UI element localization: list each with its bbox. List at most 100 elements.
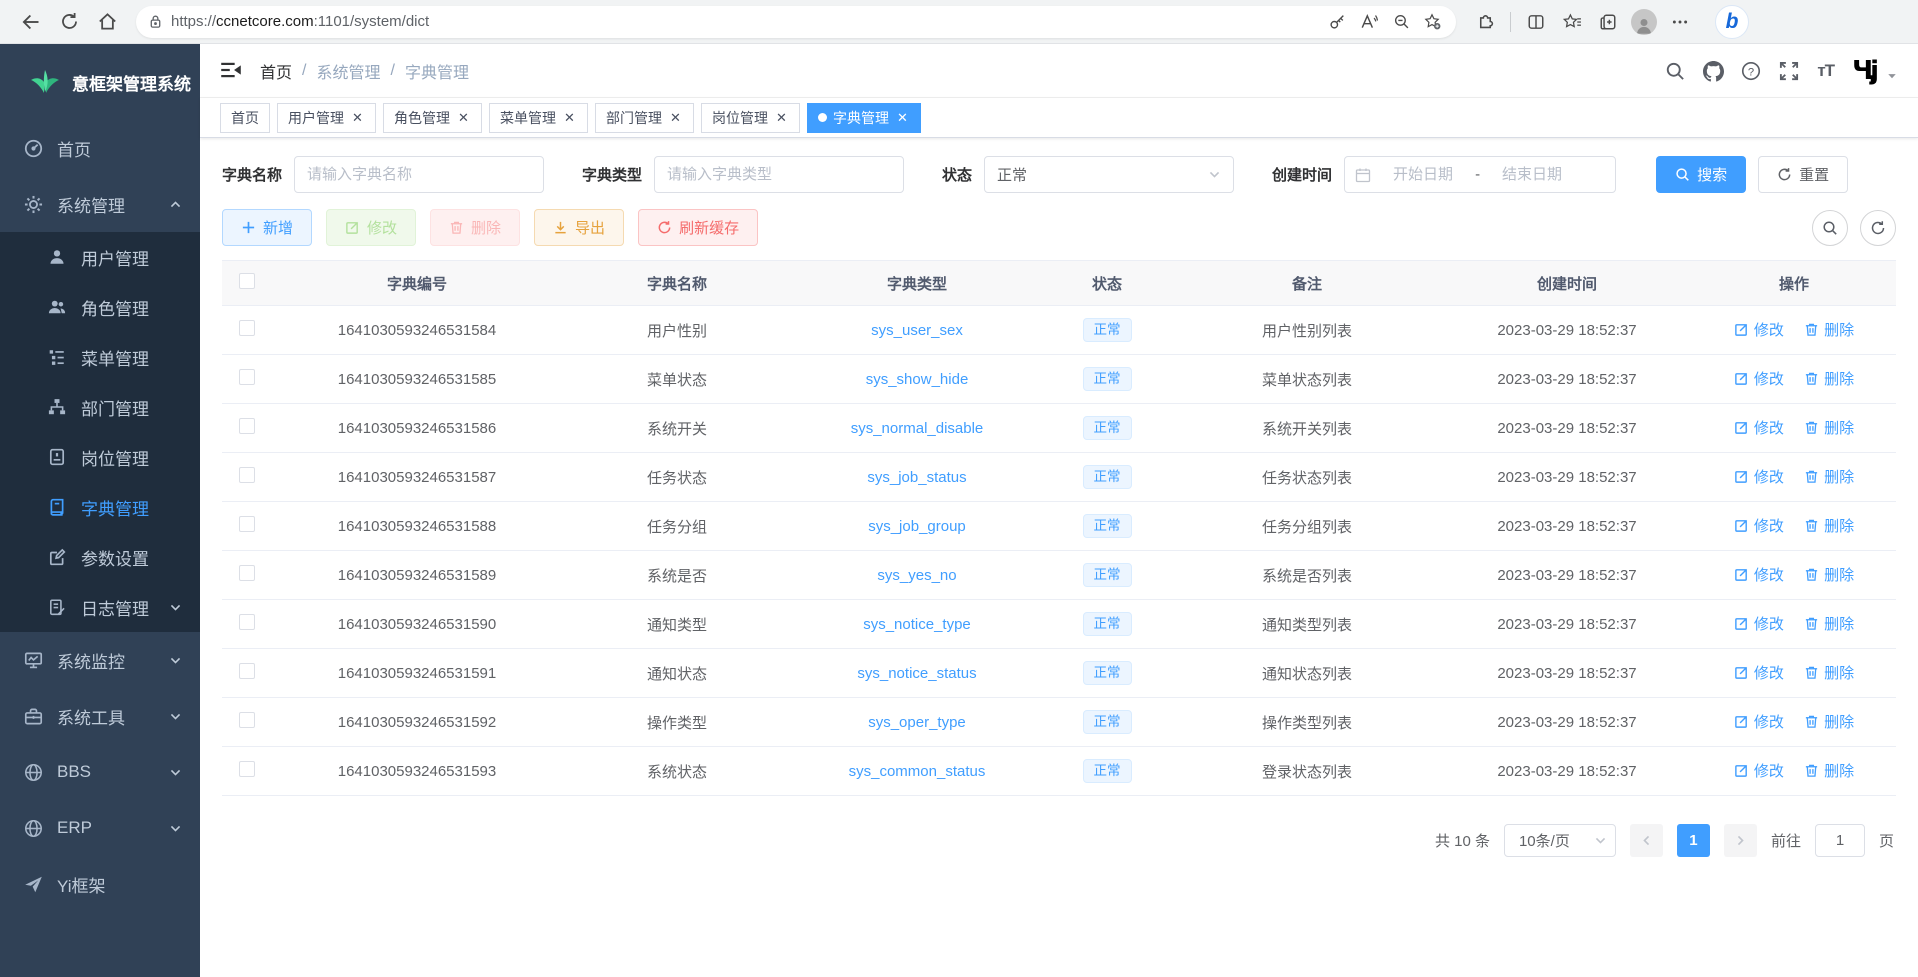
breadcrumb-home[interactable]: 首页 bbox=[260, 59, 292, 83]
dict-type-link[interactable]: sys_common_status bbox=[849, 763, 986, 780]
row-checkbox[interactable] bbox=[239, 663, 255, 679]
row-checkbox[interactable] bbox=[239, 516, 255, 532]
sidebar-item-departments[interactable]: 部门管理 bbox=[0, 382, 200, 432]
dict-type-link[interactable]: sys_user_sex bbox=[871, 322, 963, 339]
row-delete-button[interactable]: 删除 bbox=[1804, 417, 1854, 438]
sidebar-fold-icon[interactable] bbox=[220, 60, 242, 82]
start-date-input[interactable] bbox=[1379, 166, 1467, 183]
favorites-star-icon[interactable] bbox=[1555, 5, 1589, 39]
row-edit-button[interactable]: 修改 bbox=[1734, 564, 1784, 585]
dict-type-link[interactable]: sys_yes_no bbox=[877, 567, 956, 584]
row-delete-button[interactable]: 删除 bbox=[1804, 466, 1854, 487]
add-favorite-star-icon[interactable] bbox=[1418, 7, 1448, 37]
refresh-table-button[interactable] bbox=[1860, 210, 1896, 246]
help-question-icon[interactable]: ? bbox=[1741, 61, 1761, 81]
table-row[interactable]: 1641030593246531590 通知类型 sys_notice_type… bbox=[222, 600, 1896, 649]
collections-icon[interactable] bbox=[1591, 5, 1625, 39]
reset-button[interactable]: 重置 bbox=[1758, 156, 1848, 193]
refresh-icon[interactable] bbox=[52, 5, 86, 39]
dict-type-input[interactable] bbox=[654, 156, 904, 193]
lock-icon[interactable] bbox=[148, 14, 163, 29]
goto-page-input[interactable] bbox=[1815, 824, 1865, 857]
dict-type-link[interactable]: sys_normal_disable bbox=[851, 420, 984, 437]
delete-button[interactable]: 删除 bbox=[430, 209, 520, 246]
row-checkbox[interactable] bbox=[239, 712, 255, 728]
date-range-picker[interactable]: - bbox=[1344, 156, 1616, 193]
password-key-icon[interactable] bbox=[1322, 7, 1352, 37]
row-edit-button[interactable]: 修改 bbox=[1734, 466, 1784, 487]
row-checkbox[interactable] bbox=[239, 565, 255, 581]
user-brand-logo[interactable]: Ҷj bbox=[1852, 56, 1876, 86]
dict-name-input[interactable] bbox=[294, 156, 544, 193]
sidebar-item-users[interactable]: 用户管理 bbox=[0, 232, 200, 282]
tag-user-mgmt[interactable]: 用户管理✕ bbox=[277, 103, 376, 133]
row-edit-button[interactable]: 修改 bbox=[1734, 711, 1784, 732]
edit-button[interactable]: 修改 bbox=[326, 209, 416, 246]
close-icon[interactable]: ✕ bbox=[895, 110, 910, 125]
tag-post-mgmt[interactable]: 岗位管理✕ bbox=[701, 103, 800, 133]
row-edit-button[interactable]: 修改 bbox=[1734, 760, 1784, 781]
row-checkbox[interactable] bbox=[239, 320, 255, 336]
split-screen-icon[interactable] bbox=[1519, 5, 1553, 39]
row-delete-button[interactable]: 删除 bbox=[1804, 662, 1854, 683]
app-logo[interactable]: 意框架管理系统 bbox=[0, 44, 200, 120]
sidebar-item-system[interactable]: 系统管理 bbox=[0, 176, 200, 232]
row-checkbox[interactable] bbox=[239, 761, 255, 777]
github-icon[interactable] bbox=[1703, 61, 1723, 81]
fullscreen-icon[interactable] bbox=[1779, 61, 1799, 81]
end-date-input[interactable] bbox=[1488, 166, 1576, 183]
sidebar-item-monitoring[interactable]: 系统监控 bbox=[0, 632, 200, 688]
more-menu-icon[interactable] bbox=[1663, 5, 1697, 39]
row-edit-button[interactable]: 修改 bbox=[1734, 319, 1784, 340]
row-delete-button[interactable]: 删除 bbox=[1804, 760, 1854, 781]
page-size-select[interactable]: 10条/页 bbox=[1504, 824, 1616, 857]
address-bar[interactable]: https://ccnetcore.com:1101/system/dict bbox=[136, 6, 1456, 38]
sidebar-item-parameters[interactable]: 参数设置 bbox=[0, 532, 200, 582]
row-edit-button[interactable]: 修改 bbox=[1734, 368, 1784, 389]
sidebar-item-posts[interactable]: 岗位管理 bbox=[0, 432, 200, 482]
row-edit-button[interactable]: 修改 bbox=[1734, 662, 1784, 683]
row-delete-button[interactable]: 删除 bbox=[1804, 368, 1854, 389]
sidebar-item-erp[interactable]: ERP bbox=[0, 800, 200, 856]
table-row[interactable]: 1641030593246531592 操作类型 sys_oper_type 正… bbox=[222, 698, 1896, 747]
tag-home[interactable]: 首页 bbox=[220, 103, 270, 133]
export-button[interactable]: 导出 bbox=[534, 209, 624, 246]
sidebar-item-dictionary[interactable]: 字典管理 bbox=[0, 482, 200, 532]
refresh-cache-button[interactable]: 刷新缓存 bbox=[638, 209, 758, 246]
profile-avatar[interactable] bbox=[1627, 5, 1661, 39]
home-icon[interactable] bbox=[90, 5, 124, 39]
row-delete-button[interactable]: 删除 bbox=[1804, 515, 1854, 536]
table-row[interactable]: 1641030593246531585 菜单状态 sys_show_hide 正… bbox=[222, 355, 1896, 404]
dict-type-link[interactable]: sys_notice_status bbox=[857, 665, 976, 682]
row-checkbox[interactable] bbox=[239, 614, 255, 630]
url-text[interactable]: https://ccnetcore.com:1101/system/dict bbox=[171, 13, 1322, 30]
row-checkbox[interactable] bbox=[239, 418, 255, 434]
bing-copilot-icon[interactable]: b bbox=[1715, 5, 1749, 39]
dict-type-link[interactable]: sys_show_hide bbox=[866, 371, 969, 388]
close-icon[interactable]: ✕ bbox=[668, 110, 683, 125]
prev-page-button[interactable] bbox=[1630, 824, 1663, 857]
sidebar-item-tools[interactable]: 系统工具 bbox=[0, 688, 200, 744]
breadcrumb-system[interactable]: 系统管理 bbox=[316, 59, 380, 83]
row-edit-button[interactable]: 修改 bbox=[1734, 515, 1784, 536]
current-page[interactable]: 1 bbox=[1677, 824, 1710, 857]
status-select[interactable]: 正常 bbox=[984, 156, 1234, 193]
table-row[interactable]: 1641030593246531587 任务状态 sys_job_status … bbox=[222, 453, 1896, 502]
row-delete-button[interactable]: 删除 bbox=[1804, 319, 1854, 340]
table-row[interactable]: 1641030593246531586 系统开关 sys_normal_disa… bbox=[222, 404, 1896, 453]
row-checkbox[interactable] bbox=[239, 467, 255, 483]
search-button[interactable]: 搜索 bbox=[1656, 156, 1746, 193]
tag-role-mgmt[interactable]: 角色管理✕ bbox=[383, 103, 482, 133]
close-icon[interactable]: ✕ bbox=[562, 110, 577, 125]
next-page-button[interactable] bbox=[1724, 824, 1757, 857]
table-row[interactable]: 1641030593246531584 用户性别 sys_user_sex 正常… bbox=[222, 306, 1896, 355]
sidebar-item-yi-framework[interactable]: Yi框架 bbox=[0, 856, 200, 912]
table-row[interactable]: 1641030593246531589 系统是否 sys_yes_no 正常 系… bbox=[222, 551, 1896, 600]
row-delete-button[interactable]: 删除 bbox=[1804, 711, 1854, 732]
close-icon[interactable]: ✕ bbox=[456, 110, 471, 125]
select-all-checkbox[interactable] bbox=[239, 273, 255, 289]
zoom-out-icon[interactable] bbox=[1386, 7, 1416, 37]
sidebar-item-menus[interactable]: 菜单管理 bbox=[0, 332, 200, 382]
font-size-icon[interactable]: ᴛT bbox=[1817, 61, 1834, 81]
table-row[interactable]: 1641030593246531593 系统状态 sys_common_stat… bbox=[222, 747, 1896, 796]
